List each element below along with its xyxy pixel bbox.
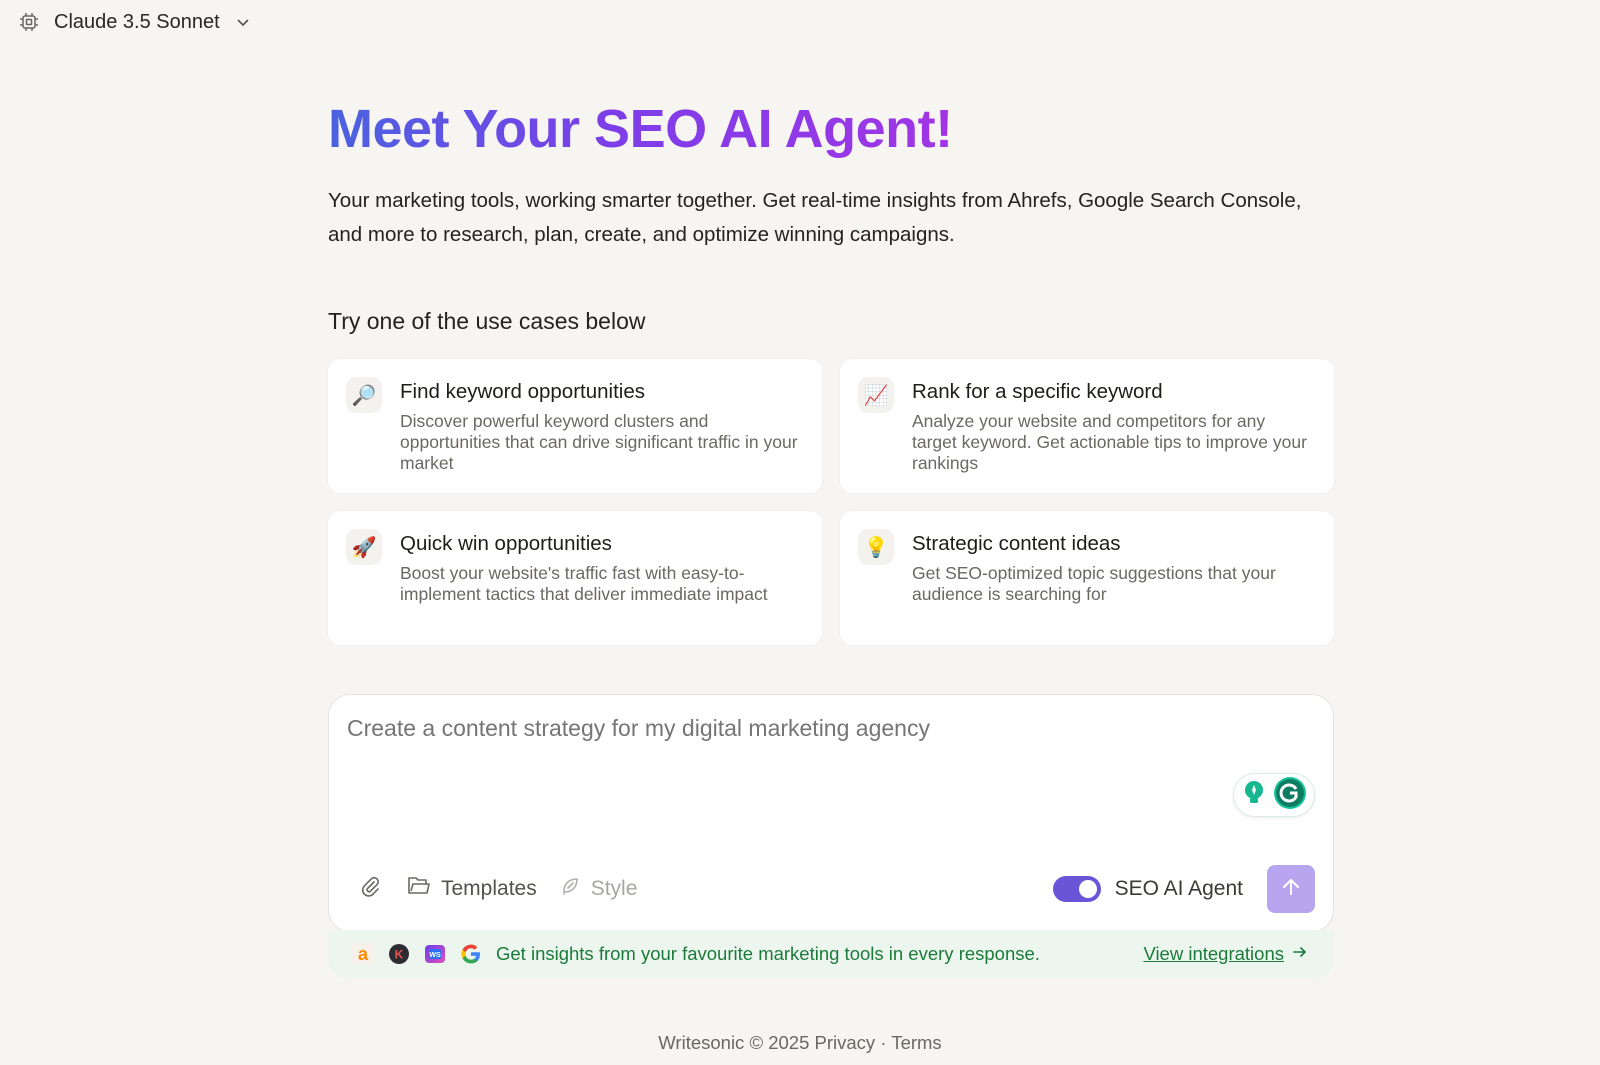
footer: Writesonic © 2025 Privacy · Terms bbox=[0, 1032, 1600, 1054]
rocket-icon: 🚀 bbox=[346, 529, 382, 565]
toggle-knob bbox=[1078, 880, 1097, 898]
light-bulb-icon: 💡 bbox=[858, 529, 894, 565]
grammarly-widget[interactable] bbox=[1233, 773, 1315, 817]
google-icon bbox=[460, 943, 482, 965]
paperclip-icon bbox=[359, 875, 381, 903]
main-content: Meet Your SEO AI Agent! Your marketing t… bbox=[328, 96, 1336, 978]
use-case-grid: 🔎 Find keyword opportunities Discover po… bbox=[328, 359, 1336, 645]
chevron-down-icon bbox=[234, 13, 252, 31]
arrow-right-icon bbox=[1292, 943, 1308, 965]
magnifying-glass-icon: 🔎 bbox=[346, 377, 382, 413]
attach-button[interactable] bbox=[359, 875, 381, 903]
page-title: Meet Your SEO AI Agent! bbox=[328, 96, 953, 162]
grammarly-g-icon[interactable] bbox=[1274, 776, 1306, 814]
seo-agent-label: SEO AI Agent bbox=[1114, 877, 1243, 900]
svg-text:K: K bbox=[395, 948, 404, 962]
use-case-description: Discover powerful keyword clusters and o… bbox=[400, 411, 798, 473]
privacy-link[interactable]: Privacy bbox=[815, 1032, 876, 1053]
prompt-composer: Templates Style SEO AI Agent bbox=[328, 694, 1334, 932]
templates-label: Templates bbox=[441, 877, 537, 900]
use-case-description: Get SEO-optimized topic suggestions that… bbox=[912, 563, 1276, 604]
use-case-card-find-keywords[interactable]: 🔎 Find keyword opportunities Discover po… bbox=[328, 359, 822, 493]
folder-icon bbox=[407, 875, 431, 903]
use-case-card-content-ideas[interactable]: 💡 Strategic content ideas Get SEO-optimi… bbox=[840, 511, 1334, 645]
toggle-switch[interactable] bbox=[1052, 876, 1101, 902]
feather-icon bbox=[559, 875, 581, 903]
use-case-title: Strategic content ideas bbox=[912, 532, 1121, 555]
model-name: Claude 3.5 Sonnet bbox=[54, 10, 220, 33]
composer-toolbar: Templates Style SEO AI Agent bbox=[359, 865, 1315, 913]
integrations-bar: a K WS Get insights from your favourite … bbox=[328, 930, 1334, 978]
use-case-title: Rank for a specific keyword bbox=[912, 380, 1163, 403]
use-case-description: Boost your website's traffic fast with e… bbox=[400, 563, 768, 604]
style-label: Style bbox=[590, 877, 638, 900]
integrations-text: Get insights from your favourite marketi… bbox=[496, 943, 1040, 964]
svg-text:a: a bbox=[358, 944, 369, 964]
seo-agent-toggle[interactable]: SEO AI Agent bbox=[1052, 876, 1243, 902]
k-badge-icon: K bbox=[388, 943, 410, 965]
prompt-input[interactable] bbox=[347, 715, 1247, 742]
use-case-title: Find keyword opportunities bbox=[400, 380, 645, 403]
send-button[interactable] bbox=[1267, 865, 1315, 913]
use-case-title: Quick win opportunities bbox=[400, 532, 612, 555]
style-button[interactable]: Style bbox=[559, 875, 638, 903]
cpu-chip-icon bbox=[18, 11, 40, 33]
use-case-description: Analyze your website and competitors for… bbox=[912, 411, 1307, 473]
view-integrations-label: View integrations bbox=[1143, 943, 1284, 964]
svg-text:WS: WS bbox=[429, 952, 441, 959]
ws-badge-icon: WS bbox=[424, 943, 446, 965]
use-case-card-rank-keyword[interactable]: 📈 Rank for a specific keyword Analyze yo… bbox=[840, 359, 1334, 493]
footer-separator: · bbox=[880, 1032, 887, 1053]
page-subtitle: Your marketing tools, working smarter to… bbox=[328, 189, 1302, 246]
terms-link[interactable]: Terms bbox=[891, 1032, 941, 1053]
arrow-up-icon bbox=[1280, 876, 1302, 903]
footer-brand: Writesonic © 2025 bbox=[658, 1032, 810, 1053]
integration-icons: a K WS bbox=[352, 943, 482, 965]
ahrefs-icon: a bbox=[352, 943, 374, 965]
use-cases-heading: Try one of the use cases below bbox=[328, 308, 646, 334]
use-case-card-quick-wins[interactable]: 🚀 Quick win opportunities Boost your web… bbox=[328, 511, 822, 645]
view-integrations-link[interactable]: View integrations bbox=[1143, 943, 1308, 965]
grammarly-bulb-icon[interactable] bbox=[1242, 780, 1266, 811]
model-selector[interactable]: Claude 3.5 Sonnet bbox=[18, 8, 252, 36]
chart-increasing-icon: 📈 bbox=[858, 377, 894, 413]
templates-button[interactable]: Templates bbox=[407, 875, 537, 903]
